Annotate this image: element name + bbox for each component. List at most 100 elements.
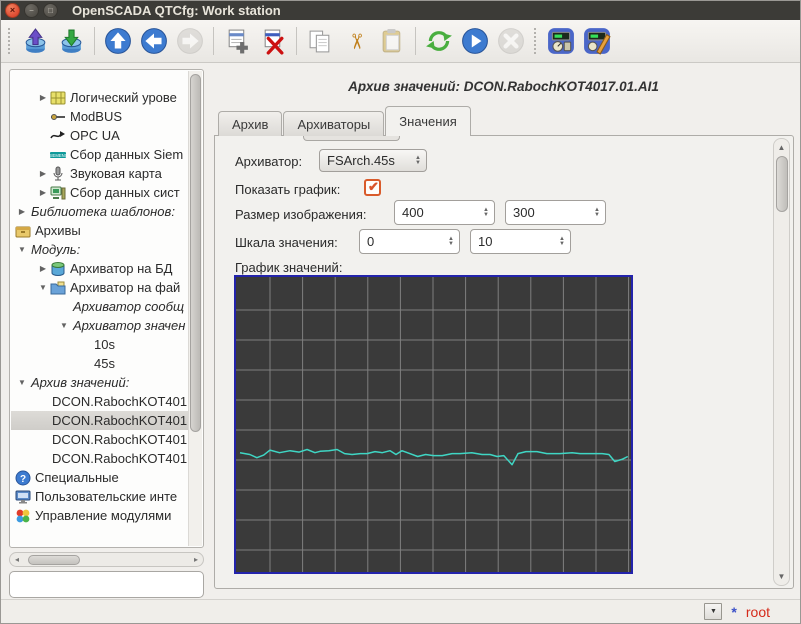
load-icon (22, 28, 49, 55)
tab-inactive[interactable]: Архив (218, 111, 282, 136)
tree-filter-input[interactable] (9, 571, 204, 598)
tab-inactive[interactable]: Архиваторы (283, 111, 384, 136)
close-button[interactable]: × (5, 3, 20, 18)
tree-item[interactable]: DCON.RabochKOT401 (11, 449, 188, 468)
start-icon (461, 27, 489, 55)
minimize-button[interactable]: − (24, 3, 39, 18)
tree-item[interactable]: ▼Архиватор на фай (11, 278, 188, 297)
expand-icon[interactable]: ▶ (36, 169, 50, 178)
archiver-value: FSArch.45s (327, 153, 395, 168)
tree-item[interactable]: Архиватор сообщ (11, 297, 188, 316)
tree-item[interactable]: ▶Сбор данных сист (11, 183, 188, 202)
show-graph-checkbox[interactable]: ✔ (364, 179, 381, 196)
toolbar-drag-handle[interactable] (8, 28, 12, 54)
refresh-button[interactable] (421, 23, 457, 59)
collapse-icon[interactable]: ▼ (15, 245, 29, 254)
tree-item[interactable]: Управление модулями (11, 506, 188, 525)
scroll-down-icon[interactable]: ▼ (774, 569, 789, 584)
tree-item[interactable]: Архивы (11, 221, 188, 240)
status-dropdown-button[interactable]: ▼ (704, 603, 722, 620)
tree-item[interactable]: ▶Логический урове (11, 88, 188, 107)
scrollbar-thumb[interactable] (28, 555, 80, 565)
save-button[interactable] (53, 23, 89, 59)
tree-item[interactable]: DCON.RabochKOT401 (11, 392, 188, 411)
tree-item-label: Архивы (33, 223, 81, 238)
load-button[interactable] (17, 23, 53, 59)
collapse-icon[interactable]: ▼ (57, 321, 71, 330)
tree-item[interactable]: DCON.RabochKOT401 (11, 430, 188, 449)
forward-button[interactable] (172, 23, 208, 59)
collapse-icon[interactable]: ▼ (15, 378, 29, 387)
tree-vertical-scrollbar[interactable] (188, 71, 202, 546)
collapse-icon[interactable]: ▼ (36, 283, 50, 292)
tree-item[interactable]: 45s (11, 354, 188, 373)
device-edit-icon (583, 27, 611, 55)
tree-item[interactable]: ▶Библиотека шаблонов: (11, 202, 188, 221)
spin-down-icon: ▼ (483, 213, 489, 218)
window-title: OpenSCADA QTCfg: Work station (72, 3, 281, 18)
spinner-icons[interactable]: ▲▼ (448, 237, 459, 247)
spinner-icons[interactable]: ▲▼ (483, 208, 494, 218)
scale-min-value: 0 (367, 234, 374, 249)
image-height-value: 300 (513, 205, 535, 220)
refresh-icon (425, 27, 453, 55)
scrollbar-thumb[interactable] (190, 74, 201, 432)
tree-item[interactable]: ▶ Звуковая карта (11, 164, 188, 183)
tree-item[interactable]: ▼Архив значений: (11, 373, 188, 392)
spinner-icons[interactable]: ▲▼ (559, 237, 570, 247)
toolbar-separator (296, 27, 297, 55)
expand-icon[interactable]: ▶ (15, 207, 29, 216)
scroll-left-icon[interactable]: ◂ (10, 555, 24, 564)
tree-item-label: Управление модулями (33, 508, 171, 523)
tree-item-label: DCON.RabochKOT401 (50, 451, 187, 466)
tree-item[interactable]: ▶Архиватор на БД (11, 259, 188, 278)
pane-vertical-scrollbar[interactable]: ▲ ▼ (773, 138, 790, 586)
toolbar-drag-handle[interactable] (534, 28, 538, 54)
tool-device-button[interactable] (543, 23, 579, 59)
scroll-right-icon[interactable]: ▸ (189, 555, 203, 564)
tree-item[interactable]: DCON.RabochKOT401 (11, 411, 188, 430)
back-button[interactable] (136, 23, 172, 59)
tab-active[interactable]: Значения (385, 106, 470, 136)
paste-button[interactable] (374, 23, 410, 59)
archiver-select[interactable]: FSArch.45s ▲▼ (319, 149, 427, 172)
svg-text:SIEMENS: SIEMENS (50, 152, 66, 157)
tree-item[interactable]: ?Специальные (11, 468, 188, 487)
image-height-spinbox[interactable]: 300 ▲▼ (505, 200, 606, 225)
spinner-icons[interactable]: ▲▼ (415, 156, 426, 166)
tab-bar: АрхивАрхиваторыЗначения (218, 106, 472, 136)
expand-icon[interactable]: ▶ (36, 188, 50, 197)
tree-item[interactable]: ▼Модуль: (11, 240, 188, 259)
tree-item[interactable]: OPC UA (11, 126, 188, 145)
spin-down-icon: ▼ (415, 161, 421, 166)
image-size-label: Размер изображения: (235, 207, 367, 222)
start-button[interactable] (457, 23, 493, 59)
remove-item-button[interactable] (255, 23, 291, 59)
maximize-button[interactable]: □ (43, 3, 58, 18)
expand-icon[interactable]: ▶ (36, 93, 50, 102)
tree-item[interactable]: Пользовательские инте (11, 487, 188, 506)
tree-item-label: Звуковая карта (68, 166, 162, 181)
tree-item[interactable]: SIEMENSСбор данных Siem (11, 145, 188, 164)
scrollbar-thumb[interactable] (776, 156, 788, 212)
scale-max-spinbox[interactable]: 10 ▲▼ (470, 229, 571, 254)
spinner-icons[interactable]: ▲▼ (594, 208, 605, 218)
tree-horizontal-scrollbar[interactable]: ◂ ▸ (9, 552, 204, 567)
scale-min-spinbox[interactable]: 0 ▲▼ (359, 229, 460, 254)
tool-device-edit-button[interactable] (579, 23, 615, 59)
image-width-spinbox[interactable]: 400 ▲▼ (394, 200, 495, 225)
stop-button[interactable] (493, 23, 529, 59)
tree-item[interactable]: ▼Архиватор значен (11, 316, 188, 335)
spin-down-icon: ▼ (448, 242, 454, 247)
add-item-button[interactable] (219, 23, 255, 59)
up-button[interactable] (100, 23, 136, 59)
scroll-up-icon[interactable]: ▲ (774, 140, 789, 155)
cut-button[interactable]: ✂ (338, 23, 374, 59)
spin-down-icon: ▼ (559, 242, 565, 247)
page-title: Архив значений: DCON.RabochKOT4017.01.AI… (211, 79, 796, 94)
copy-button[interactable] (302, 23, 338, 59)
expand-icon[interactable]: ▶ (36, 264, 50, 273)
tree-item[interactable]: 10s (11, 335, 188, 354)
tree-item-label: OPC UA (68, 128, 120, 143)
tree-item[interactable]: ModBUS (11, 107, 188, 126)
